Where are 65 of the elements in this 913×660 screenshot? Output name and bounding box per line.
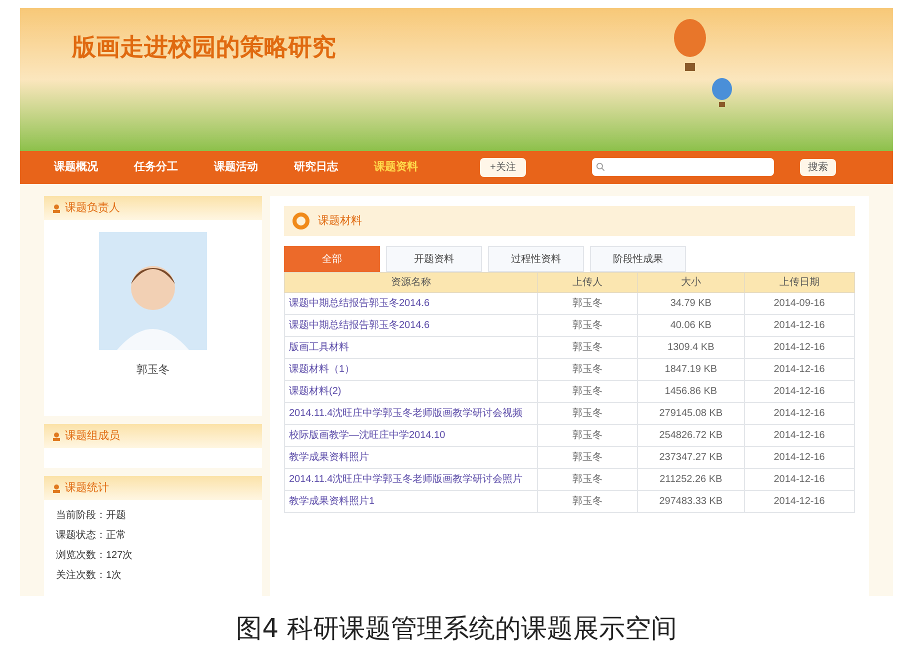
stat-value: 开题: [106, 509, 126, 523]
table-cell: 2014-12-16: [744, 424, 854, 446]
table-cell: 郭玉冬: [537, 292, 638, 314]
stat-label: 当前阶段：: [56, 508, 106, 523]
table-cell: 2014-12-16: [744, 446, 854, 468]
table-cell: 郭玉冬: [537, 380, 638, 402]
search-icon: [596, 162, 606, 172]
table-cell: 2014-12-16: [744, 380, 854, 402]
search-button[interactable]: 搜索: [800, 158, 836, 176]
file-link[interactable]: 课题材料（1）: [289, 364, 355, 374]
table-cell: 郭玉冬: [537, 490, 638, 512]
table-cell: 1847.19 KB: [638, 358, 744, 380]
panel-title: 课题组成员: [65, 428, 120, 444]
table-cell: 2014-12-16: [744, 314, 854, 336]
table-cell: 254826.72 KB: [638, 424, 744, 446]
table-cell: 郭玉冬: [537, 446, 638, 468]
follow-button[interactable]: +关注: [480, 158, 526, 177]
person-icon: [52, 204, 61, 212]
tab[interactable]: 过程性资料: [488, 246, 584, 272]
file-link[interactable]: 版画工具材料: [289, 342, 349, 352]
leader-name: 郭玉冬: [136, 362, 170, 378]
table-cell: 1456.86 KB: [638, 380, 744, 402]
column-header: 大小: [638, 272, 744, 292]
tab[interactable]: 阶段性成果: [590, 246, 686, 272]
stat-label: 关注次数：: [56, 568, 106, 583]
table-cell: 211252.26 KB: [638, 468, 744, 490]
table-cell: 237347.27 KB: [638, 446, 744, 468]
table-cell: 2014-12-16: [744, 402, 854, 424]
stat-label: 课题状态：: [56, 528, 106, 543]
file-link[interactable]: 课题材料(2): [289, 386, 342, 396]
table-cell: 2014-12-16: [744, 490, 854, 512]
table-cell: 郭玉冬: [537, 468, 638, 490]
column-header: 资源名称: [284, 272, 538, 292]
stat-value: 127次: [106, 549, 133, 563]
table-cell: 郭玉冬: [537, 336, 638, 358]
figure-caption: 图4 科研课题管理系统的课题展示空间: [235, 613, 678, 646]
column-header: 上传日期: [744, 272, 854, 292]
file-link[interactable]: 教学成果资料照片: [289, 452, 369, 462]
table-cell: 297483.33 KB: [638, 490, 744, 512]
table-cell: 279145.08 KB: [638, 402, 744, 424]
stat-value: 1次: [106, 569, 122, 583]
tab[interactable]: 开题资料: [386, 246, 482, 272]
table-cell: 郭玉冬: [537, 424, 638, 446]
search-field[interactable]: [592, 158, 774, 176]
site-title: 版画走进校园的策略研究: [72, 33, 336, 63]
table-cell: 郭玉冬: [537, 358, 638, 380]
panel-title: 课题材料: [318, 214, 362, 229]
table-cell: 2014-12-16: [744, 358, 854, 380]
stat-value: 正常: [106, 528, 126, 543]
person-icon: [52, 484, 61, 492]
table-cell: 2014-09-16: [744, 292, 854, 314]
table-cell: 郭玉冬: [537, 314, 638, 336]
person-icon: [52, 432, 61, 440]
table-cell: 34.79 KB: [638, 292, 744, 314]
column-header: 上传人: [537, 272, 638, 292]
ring-icon: [292, 212, 310, 230]
panel-title: 课题负责人: [65, 200, 120, 216]
stat-label: 浏览次数：: [56, 548, 106, 563]
table-cell: 2014-12-16: [744, 468, 854, 490]
table-cell: 2014-12-16: [744, 336, 854, 358]
table-cell: 郭玉冬: [537, 402, 638, 424]
table-cell: 40.06 KB: [638, 314, 744, 336]
panel-title: 课题统计: [65, 480, 109, 496]
file-link[interactable]: 教学成果资料照片1: [289, 496, 375, 506]
table-cell: 1309.4 KB: [638, 336, 744, 358]
